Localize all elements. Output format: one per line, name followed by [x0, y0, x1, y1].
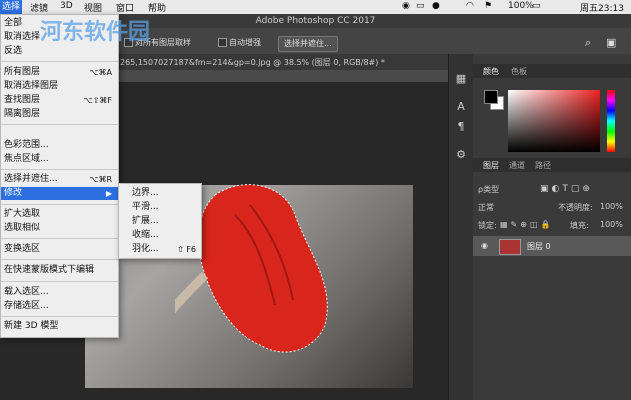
fill-value[interactable]: 100%	[600, 220, 623, 234]
color-panel-tabs: 颜色 色板	[473, 64, 631, 78]
menu-item-find-layers[interactable]: 查找图层 ⌥⇧⌘F	[1, 94, 118, 107]
tab-color[interactable]: 颜色	[483, 66, 499, 77]
menubar-item-filter[interactable]: 滤镜	[30, 1, 48, 14]
battery-percent: 100%	[508, 1, 534, 11]
tab-channels[interactable]: 通道	[509, 160, 525, 171]
menu-item-deselect-layers[interactable]: 取消选择图层	[1, 80, 118, 93]
workspace-icon[interactable]: ▣	[606, 36, 616, 50]
opacity-label: 不透明度:	[558, 203, 593, 212]
eye-icon[interactable]: ◉	[481, 241, 488, 250]
history-icon[interactable]: ▦	[454, 72, 468, 86]
menubar-item-help[interactable]: 帮助	[148, 1, 166, 14]
submenu-item-contract[interactable]: 收缩...	[119, 229, 201, 242]
menu-item-save-selection[interactable]: 存储选区...	[1, 300, 118, 313]
menu-item-modify[interactable]: 修改 ▶	[1, 187, 118, 200]
menu-item-quick-mask[interactable]: 在快速蒙版模式下编辑	[1, 264, 118, 277]
modify-submenu: 边界... 平滑... 扩展... 收缩... 羽化... ⇧ F6	[118, 183, 202, 259]
menu-item-isolate-layers[interactable]: 隔离图层	[1, 108, 118, 121]
wifi-icon[interactable]: ◠	[466, 1, 474, 11]
color-picker-field[interactable]	[508, 90, 600, 152]
character-icon[interactable]: A	[454, 100, 468, 114]
menu-separator	[1, 124, 118, 125]
menu-item-grow[interactable]: 扩大选取	[1, 208, 118, 221]
submenu-item-expand[interactable]: 扩展...	[119, 215, 201, 228]
option-auto-enhance[interactable]: 自动增强	[218, 36, 261, 50]
menu-separator	[1, 281, 118, 282]
foreground-color-swatch[interactable]	[484, 90, 498, 104]
select-and-mask-button[interactable]: 选择并遮住...	[278, 36, 338, 52]
kind-filter-select[interactable]: ρ类型	[478, 184, 499, 198]
menu-separator	[1, 169, 118, 170]
lock-label: 锁定:	[478, 221, 497, 230]
fill-label: 填充:	[570, 221, 589, 230]
hue-slider[interactable]	[607, 90, 615, 152]
menu-separator	[1, 238, 118, 239]
submenu-item-border[interactable]: 边界...	[119, 187, 201, 200]
menubar-item-select[interactable]: 选择	[0, 0, 22, 14]
cat-icon[interactable]: ●	[432, 1, 440, 11]
tab-swatches[interactable]: 色板	[511, 66, 527, 77]
auto-enhance-label: 自动增强	[229, 38, 261, 47]
submenu-item-feather[interactable]: 羽化... ⇧ F6	[119, 243, 201, 256]
flag-icon[interactable]: ⚑	[484, 1, 492, 11]
watermark-logo: 河东软件园	[40, 20, 151, 45]
menu-item-transform-selection[interactable]: 变换选区	[1, 243, 118, 256]
panel-icon-strip: ▦ A ¶ ⚙	[448, 54, 473, 400]
menubar-item-3d[interactable]: 3D	[60, 1, 73, 11]
blend-mode-select[interactable]: 正常	[478, 202, 494, 216]
menubar: 选择 滤镜 3D 视图 窗口 帮助 ◉ ▭ ● ◠ ⚑ 100% ▭ 周五23:…	[0, 0, 631, 14]
opacity-value[interactable]: 100%	[600, 202, 623, 216]
menubar-item-view[interactable]: 视图	[84, 1, 102, 14]
menu-item-inverse[interactable]: 反选	[1, 45, 118, 58]
filter-icons[interactable]: ▣◐T▢⊕	[540, 184, 593, 198]
checkbox-icon[interactable]	[218, 38, 227, 47]
menu-item-all-layers[interactable]: 所有图层 ⌥⌘A	[1, 66, 118, 79]
tab-layers[interactable]: 图层	[483, 160, 499, 171]
lock-icons[interactable]: ▦✎⊕◫🔒	[500, 220, 553, 234]
menu-item-new-3d-extrusion[interactable]: 新建 3D 模型	[1, 320, 118, 333]
clock[interactable]: 周五23:13	[580, 1, 624, 14]
menubar-item-window[interactable]: 窗口	[116, 1, 134, 14]
menu-item-focus-area[interactable]: 焦点区域...	[1, 153, 118, 166]
menu-item-load-selection[interactable]: 载入选区...	[1, 286, 118, 299]
document-tab-title: 265,1507027187&fm=214&gp=0.jpg @ 38.5% (…	[120, 58, 385, 67]
submenu-item-smooth[interactable]: 平滑...	[119, 201, 201, 214]
menu-separator	[1, 259, 118, 260]
menu-separator	[1, 61, 118, 62]
paragraph-icon[interactable]: ¶	[454, 120, 468, 134]
layer-row[interactable]: ◉ 图层 0	[473, 236, 631, 256]
layer-thumbnail	[499, 239, 521, 255]
menu-item-color-range[interactable]: 色彩范围...	[1, 139, 118, 152]
display-icon[interactable]: ▭	[416, 1, 425, 11]
battery-icon[interactable]: ▭	[532, 1, 541, 11]
tab-paths[interactable]: 路径	[535, 160, 551, 171]
menu-item-select-and-mask[interactable]: 选择并遮住... ⌥⌘R	[1, 173, 118, 186]
search-icon[interactable]: ⌕	[585, 36, 591, 50]
menu-item-similar[interactable]: 选取相似	[1, 222, 118, 235]
properties-icon[interactable]: ⚙	[454, 148, 468, 162]
apple-icon[interactable]: ◉	[402, 1, 410, 11]
menu-separator	[1, 316, 118, 317]
menu-separator	[1, 204, 118, 205]
select-menu: 全部 取消选择 反选 所有图层 ⌥⌘A 取消选择图层 查找图层 ⌥⇧⌘F 隔离图层 …	[0, 14, 119, 338]
layers-panel-tabs: 图层 通道 路径	[473, 158, 631, 172]
layer-name[interactable]: 图层 0	[527, 241, 551, 252]
arrow-right-icon: ▶	[105, 189, 112, 198]
